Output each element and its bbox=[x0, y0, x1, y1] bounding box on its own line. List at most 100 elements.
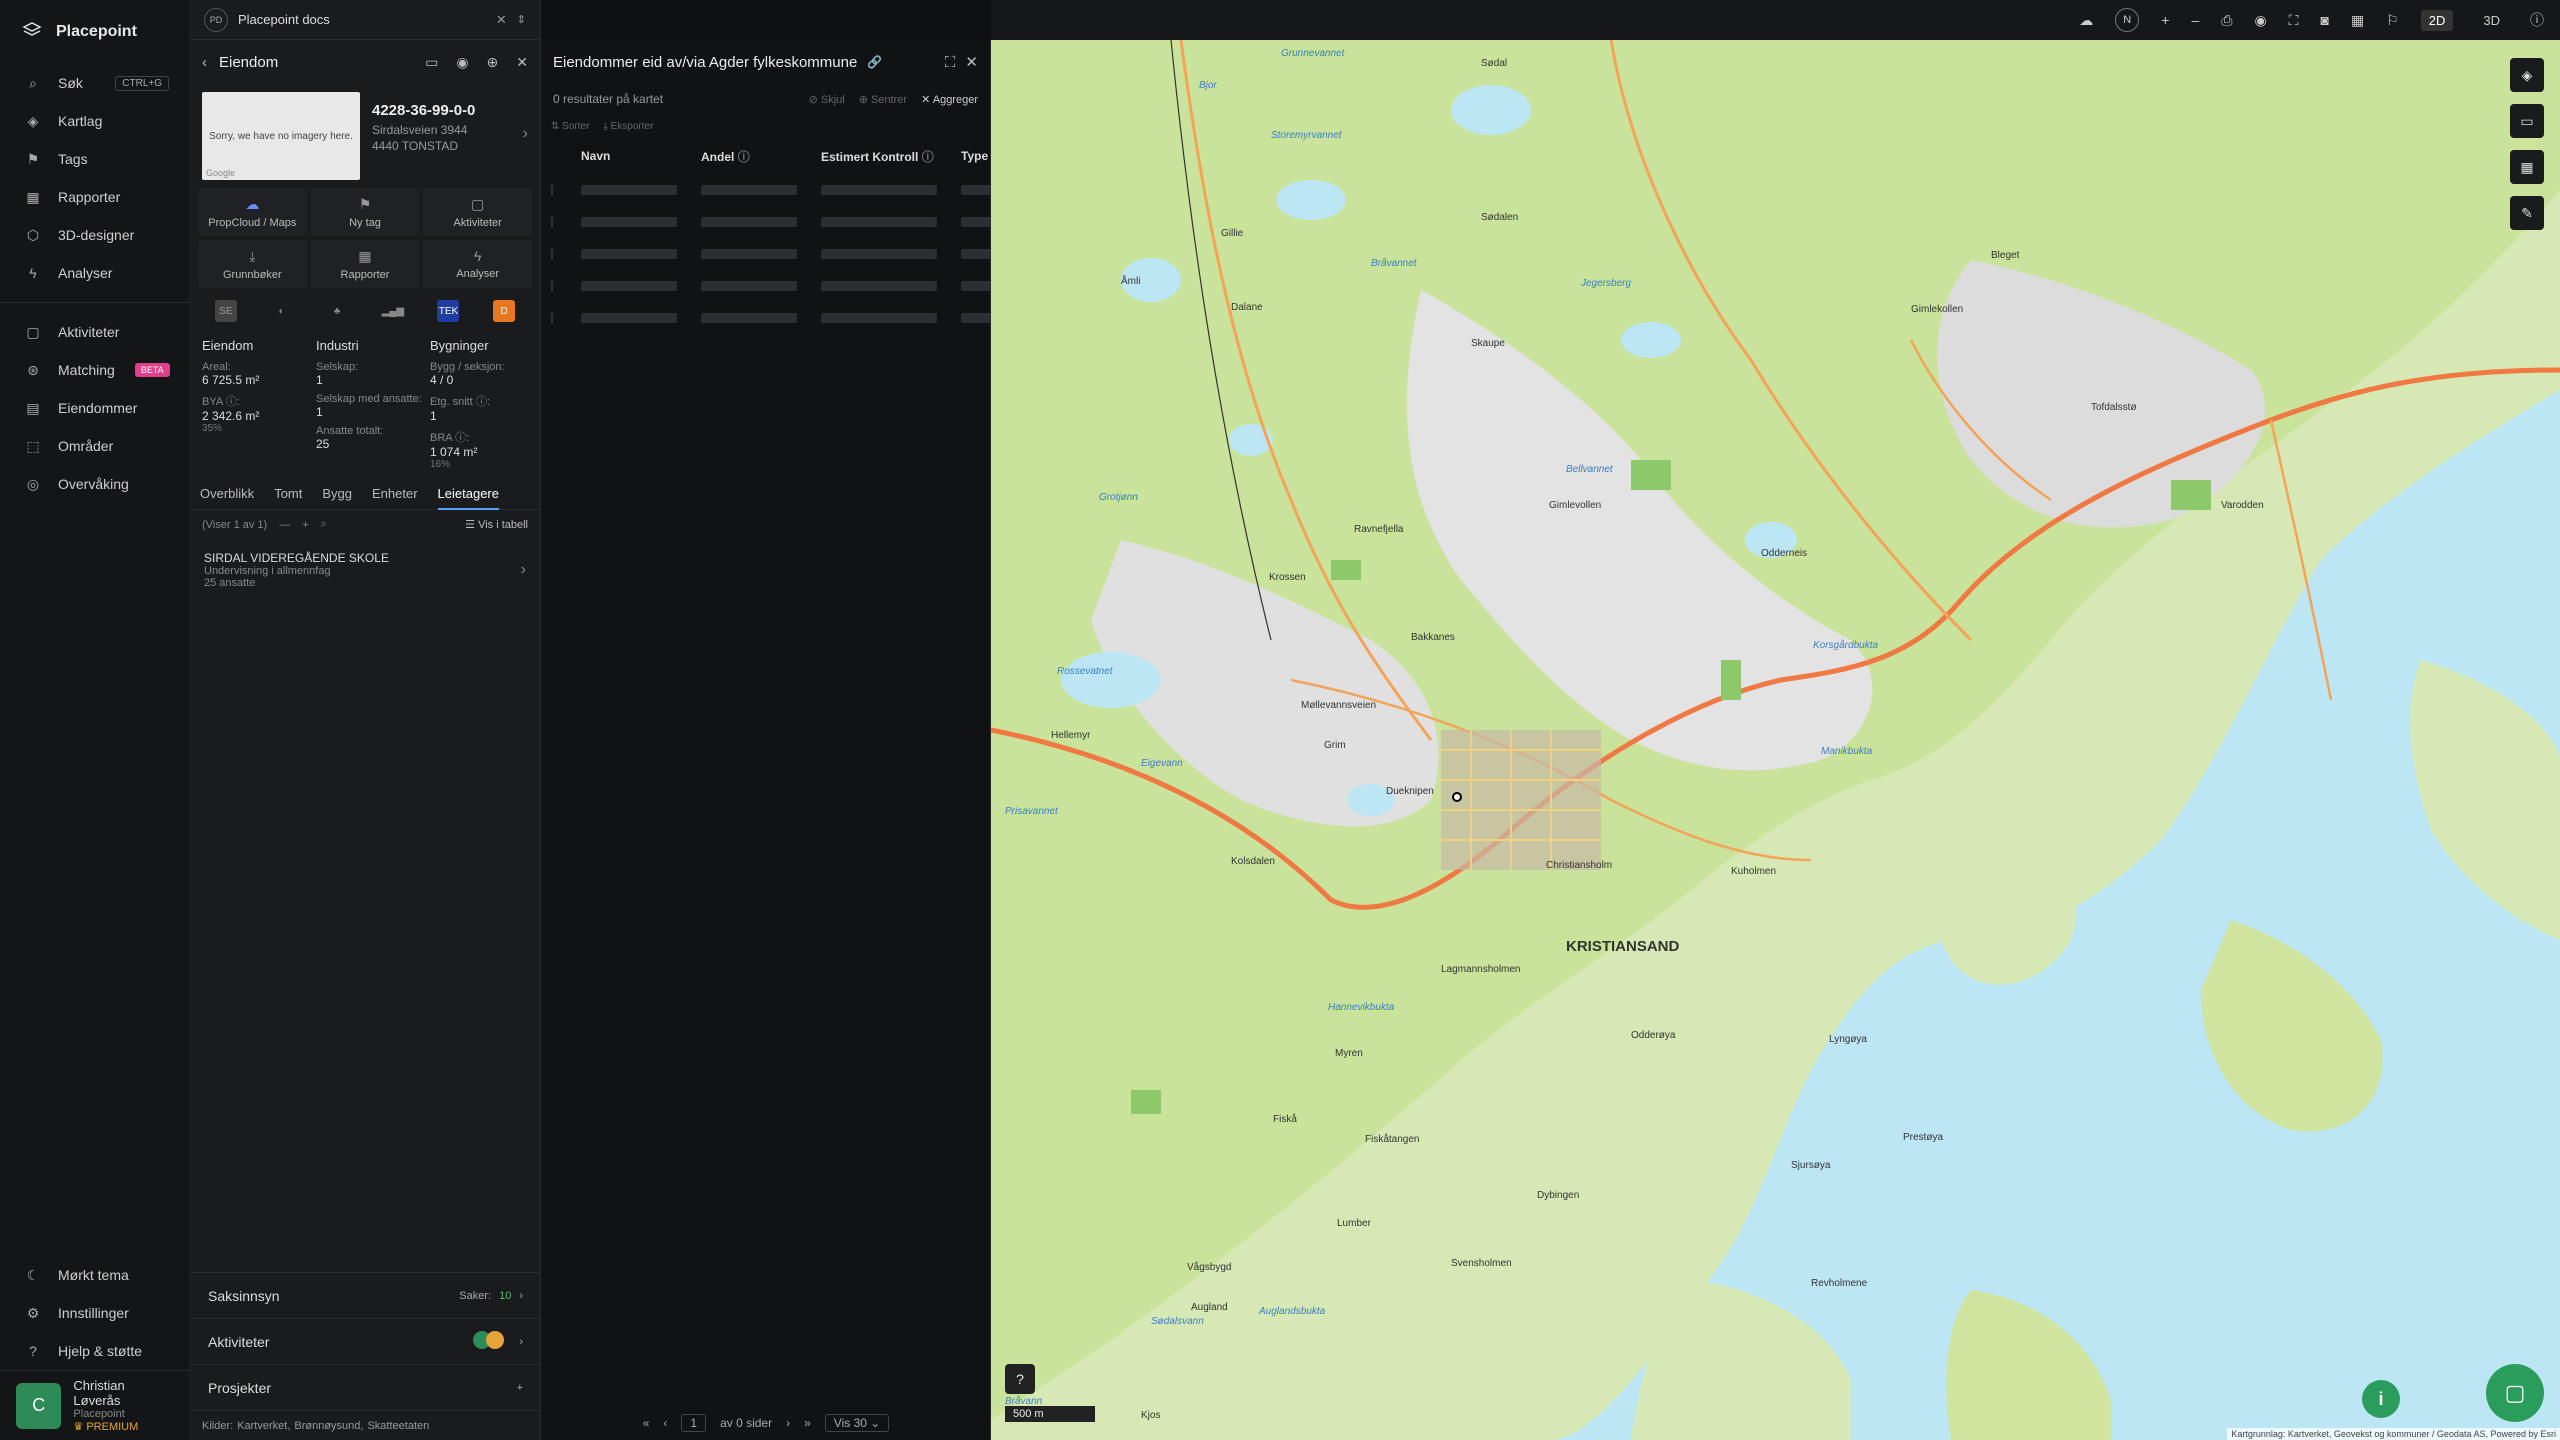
measure-icon[interactable]: ▭ bbox=[2510, 104, 2544, 138]
fullscreen-icon[interactable]: ⛶ bbox=[945, 54, 956, 71]
source-link[interactable]: Kartverket, bbox=[237, 1420, 290, 1432]
nav-kartlag[interactable]: ◈ Kartlag bbox=[0, 102, 189, 140]
list-item[interactable]: SIRDAL VIDEREGÅENDE SKOLE Undervisning i… bbox=[190, 539, 540, 601]
eye-icon[interactable]: ◉ bbox=[2254, 12, 2266, 29]
nav-omrader[interactable]: ⬚ Områder bbox=[0, 427, 189, 465]
row-marker bbox=[551, 217, 553, 227]
close-icon[interactable]: ✕ bbox=[496, 12, 507, 28]
propcloud-icon[interactable]: ☁ bbox=[2079, 12, 2093, 29]
docs-bar[interactable]: PD Placepoint docs ✕ ⇕ bbox=[190, 0, 540, 40]
view-table-button[interactable]: ☰ Vis i tabell bbox=[465, 518, 528, 531]
close-icon[interactable]: ✕ bbox=[516, 54, 528, 71]
tile-propcloud[interactable]: ☁ PropCloud / Maps bbox=[198, 188, 307, 236]
zoom-in-icon[interactable]: + bbox=[2161, 12, 2169, 28]
info-icon[interactable]: ⓘ bbox=[2530, 10, 2544, 30]
nav-analyser[interactable]: ϟ Analyser bbox=[0, 254, 189, 292]
se-icon[interactable]: SE bbox=[214, 300, 237, 322]
next-page-icon[interactable]: › bbox=[786, 1416, 790, 1430]
nav-matching[interactable]: ⊛ Matching BETA bbox=[0, 351, 189, 389]
prosjekter-row[interactable]: Prosjekter + bbox=[190, 1364, 541, 1410]
tile-ny-tag[interactable]: ⚑ Ny tag bbox=[310, 188, 420, 236]
source-link[interactable]: Brønnøysund, bbox=[294, 1420, 363, 1432]
mode-2d-button[interactable]: 2D bbox=[2420, 9, 2454, 31]
property-card[interactable]: Sorry, we have no imagery here. Google 4… bbox=[190, 84, 540, 184]
draw-icon[interactable]: ✎ bbox=[2510, 196, 2544, 230]
print-icon[interactable]: ⎙ bbox=[2221, 12, 2232, 29]
center-button[interactable]: ⊕ Sentrer bbox=[859, 93, 907, 106]
sort-button[interactable]: ⇅ Sorter bbox=[551, 121, 589, 132]
nav-label: Aktiviteter bbox=[58, 324, 120, 340]
chevron-right-icon[interactable]: › bbox=[523, 125, 528, 143]
search-icon[interactable]: ⌕ bbox=[321, 518, 327, 531]
map-canvas[interactable]: KRISTIANSAND Grunnevannet Sødal Bjor Sto… bbox=[991, 40, 2560, 1440]
aggregate-button[interactable]: ✕ Aggreger bbox=[921, 93, 978, 106]
eye-icon[interactable]: ◉ bbox=[456, 54, 468, 71]
column-header[interactable]: Type bbox=[961, 149, 990, 163]
page-input[interactable]: 1 bbox=[681, 1414, 707, 1432]
nav-settings[interactable]: ⚙ Innstillinger bbox=[0, 1294, 190, 1332]
per-page-select[interactable]: Vis 30 ⌄ bbox=[824, 1414, 890, 1432]
nav-3d-designer[interactable]: ⬡ 3D-designer bbox=[0, 216, 189, 254]
column-header-kontroll[interactable]: Estimert Kontroll ⓘ bbox=[821, 148, 961, 165]
nav-aktiviteter[interactable]: ▢ Aktiviteter bbox=[0, 313, 189, 351]
layers-icon[interactable]: ◈ bbox=[2510, 58, 2544, 92]
d-icon[interactable]: D bbox=[493, 300, 516, 322]
tile-analyser[interactable]: ϟ Analyser bbox=[423, 240, 532, 288]
back-icon[interactable]: ‹ bbox=[202, 54, 207, 71]
map-help-icon[interactable]: ? bbox=[1005, 1364, 1035, 1394]
skeleton-cell bbox=[581, 217, 677, 227]
expand-icon[interactable]: ⇕ bbox=[517, 13, 526, 26]
fullscreen-icon[interactable]: ⛶ bbox=[2289, 12, 2299, 29]
property-card-icon[interactable]: ▭ bbox=[425, 54, 438, 71]
brand[interactable]: Placepoint bbox=[0, 0, 189, 64]
add-icon[interactable]: + bbox=[517, 1382, 523, 1394]
source-link[interactable]: Skatteetaten bbox=[367, 1420, 429, 1432]
tek-icon[interactable]: TEK bbox=[437, 300, 460, 322]
info-icon[interactable]: i bbox=[2362, 1380, 2400, 1418]
column-header[interactable]: Navn bbox=[581, 149, 701, 163]
saksinnsyn-row[interactable]: Saksinnsyn Saker: 10 › bbox=[190, 1272, 541, 1318]
tab-overblikk[interactable]: Overblikk bbox=[200, 486, 254, 501]
signal-icon[interactable]: ▂▄▆ bbox=[382, 300, 404, 322]
chat-icon[interactable]: ▢ bbox=[2486, 1364, 2544, 1422]
aktiviteter-row[interactable]: Aktiviteter › bbox=[190, 1318, 541, 1364]
target-icon[interactable]: ⊕ bbox=[487, 54, 499, 71]
map-label: Bleget bbox=[1991, 250, 2020, 261]
nav-overvaking[interactable]: ◎ Overvåking bbox=[0, 465, 189, 503]
bookmark-icon[interactable]: ⚐ bbox=[2386, 12, 2399, 29]
nav-help[interactable]: ? Hjelp & støtte bbox=[0, 1332, 190, 1370]
prev-page-icon[interactable]: ‹ bbox=[663, 1416, 667, 1430]
first-page-icon[interactable]: « bbox=[643, 1416, 650, 1430]
tab-leietagere[interactable]: Leietagere bbox=[437, 486, 499, 510]
nav-search[interactable]: ⌕ Søk CTRL+G bbox=[0, 64, 189, 102]
map-label: Møllevannsveien bbox=[1301, 700, 1377, 711]
tile-rapporter[interactable]: ▦ Rapporter bbox=[310, 240, 420, 288]
tile-aktiviteter[interactable]: ▢ Aktiviteter bbox=[423, 188, 532, 236]
grid-icon[interactable]: ▦ bbox=[2351, 12, 2364, 29]
hide-button[interactable]: ⊘ Skjul bbox=[809, 93, 845, 106]
nav-eiendommer[interactable]: ▤ Eiendommer bbox=[0, 389, 189, 427]
compass-icon[interactable]: N bbox=[2115, 8, 2140, 32]
nav-dark-theme[interactable]: ☾ Mørkt tema bbox=[0, 1256, 190, 1294]
link-icon[interactable]: 🔗 bbox=[867, 55, 882, 69]
camera-icon[interactable]: ◙ bbox=[2320, 12, 2328, 28]
nav-tags[interactable]: ⚑ Tags bbox=[0, 140, 189, 178]
export-button[interactable]: ⤓ Eksporter bbox=[603, 121, 653, 132]
tab-tomt[interactable]: Tomt bbox=[274, 486, 302, 501]
close-icon[interactable]: ✕ bbox=[965, 53, 978, 71]
zoom-out-icon[interactable]: – bbox=[2191, 12, 2199, 28]
chart-icon[interactable]: ▦ bbox=[2510, 150, 2544, 184]
plant-icon[interactable]: ♣ bbox=[326, 300, 348, 322]
tab-bygg[interactable]: Bygg bbox=[322, 486, 352, 501]
property-marker[interactable] bbox=[1452, 792, 1462, 802]
tile-grunnboker[interactable]: ⤓ Grunnbøker bbox=[198, 240, 307, 288]
globe-icon[interactable]: ◐ bbox=[270, 300, 292, 322]
add-icon[interactable]: + bbox=[302, 519, 308, 531]
column-header-andel[interactable]: Andel ⓘ bbox=[701, 148, 821, 165]
user-profile[interactable]: C Christian Løverås Placepoint ♛ PREMIUM bbox=[0, 1370, 190, 1440]
collapse-icon[interactable]: — bbox=[279, 519, 290, 531]
mode-3d-button[interactable]: 3D bbox=[2475, 10, 2508, 31]
tab-enheter[interactable]: Enheter bbox=[372, 486, 418, 501]
last-page-icon[interactable]: » bbox=[804, 1416, 811, 1430]
nav-rapporter[interactable]: ▦ Rapporter bbox=[0, 178, 189, 216]
